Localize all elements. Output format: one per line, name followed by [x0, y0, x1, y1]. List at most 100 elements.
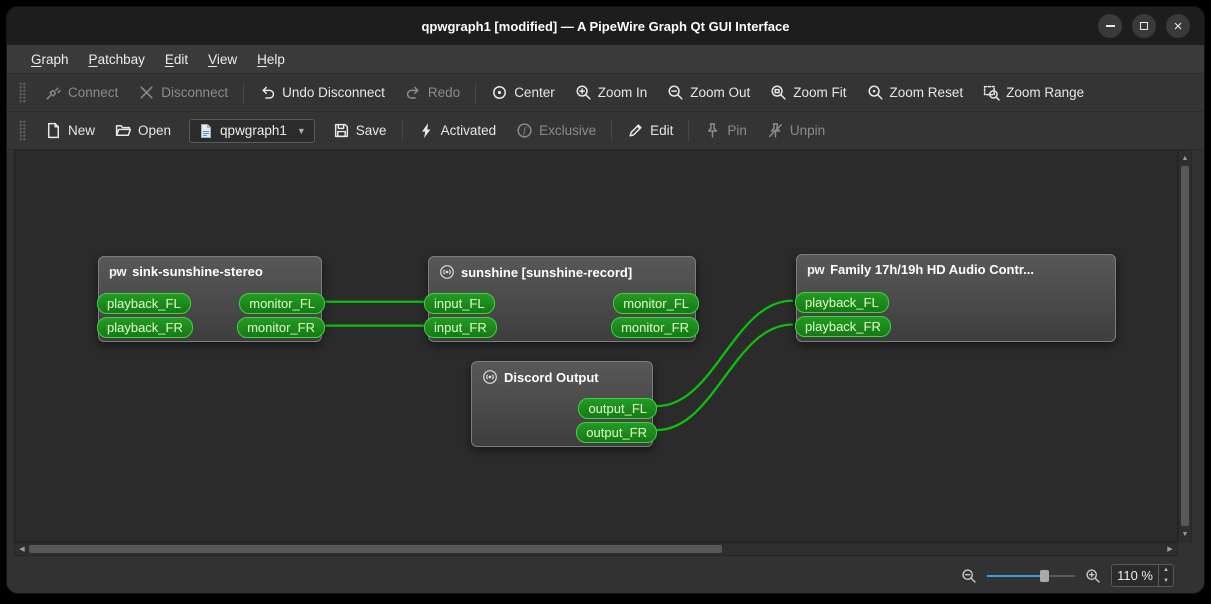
menu-item-view[interactable]: View	[198, 48, 247, 71]
scroll-right-icon[interactable]: ▶	[1164, 543, 1176, 555]
connect-label: Connect	[68, 85, 119, 100]
open-label: Open	[138, 123, 172, 138]
zoom-slider[interactable]	[987, 568, 1076, 584]
zoom-fit-button[interactable]: Zoom Fit	[760, 78, 856, 107]
center-button[interactable]: Center	[481, 78, 565, 107]
port-playback-fr[interactable]: playback_FR	[97, 317, 193, 338]
pin-label: Pin	[727, 123, 747, 138]
exclusive-icon: f	[517, 123, 532, 138]
menu-item-edit[interactable]: Edit	[155, 48, 198, 71]
zoom-reset-icon	[868, 85, 883, 100]
pin-button[interactable]: Pin	[694, 116, 757, 145]
zoom-reset-label: Zoom Reset	[889, 85, 964, 100]
port-playback-fr[interactable]: playback_FR	[795, 316, 891, 337]
patchbay-file-icon	[201, 123, 212, 138]
zoom-spinbox[interactable]: 110 % ▲ ▼	[1111, 564, 1174, 587]
node-discord-output[interactable]: Discord Output output_FL output_FR	[471, 361, 657, 447]
close-button[interactable]: ×	[1166, 14, 1190, 38]
node-family-hd-audio[interactable]: pw Family 17h/19h HD Audio Contr... play…	[795, 254, 1116, 342]
zoom-fit-label: Zoom Fit	[793, 85, 847, 100]
maximize-button[interactable]	[1132, 14, 1156, 38]
stream-icon	[483, 370, 497, 384]
zoom-in-button[interactable]: Zoom In	[565, 78, 658, 107]
new-file-icon	[47, 122, 60, 139]
vertical-scrollbar[interactable]: ▲ ▼	[1178, 150, 1192, 542]
node-header: pw sink-sunshine-stereo	[99, 257, 321, 279]
undo-disconnect-button[interactable]: Undo Disconnect	[249, 78, 395, 107]
connect-button[interactable]: Connect	[35, 78, 128, 107]
port-monitor-fr[interactable]: monitor_FR	[611, 317, 699, 338]
port-monitor-fl[interactable]: monitor_FL	[613, 293, 699, 314]
zoom-out-button[interactable]: Zoom Out	[657, 78, 760, 107]
minimize-button[interactable]	[1098, 14, 1122, 38]
patchbay-combo[interactable]: qpwgraph1 ▼	[189, 118, 315, 143]
exclusive-button[interactable]: f Exclusive	[506, 116, 606, 145]
node-title: Discord Output	[504, 369, 599, 385]
port-input-fl[interactable]: input_FL	[424, 293, 495, 314]
chevron-down-icon: ▼	[296, 125, 306, 136]
toolbar-drag-handle[interactable]	[19, 82, 26, 103]
vertical-scrollbar-thumb[interactable]	[1181, 166, 1189, 526]
unpin-label: Unpin	[789, 123, 826, 138]
node-sink-sunshine-stereo[interactable]: pw sink-sunshine-stereo playback_FL play…	[97, 256, 325, 342]
horizontal-scrollbar[interactable]: ◀ ▶	[14, 542, 1178, 556]
svg-text:f: f	[523, 126, 527, 137]
statusbar: 110 % ▲ ▼	[7, 558, 1204, 593]
activated-button[interactable]: Activated	[408, 116, 507, 145]
open-folder-icon	[115, 124, 132, 137]
menu-item-graph[interactable]: Graph	[21, 48, 79, 71]
port-monitor-fl[interactable]: monitor_FL	[239, 293, 325, 314]
zoom-range-button[interactable]: Zoom Range	[973, 78, 1094, 107]
port-output-fl[interactable]: output_FL	[578, 398, 657, 419]
spin-up-button[interactable]: ▲	[1159, 565, 1173, 576]
undo-disconnect-label: Undo Disconnect	[282, 85, 385, 100]
port-input-fr[interactable]: input_FR	[424, 317, 497, 338]
connect-icon	[46, 87, 61, 100]
zoom-fit-icon	[771, 85, 786, 100]
graph-view: pw sink-sunshine-stereo playback_FL play…	[7, 150, 1204, 558]
new-button[interactable]: New	[35, 116, 105, 145]
horizontal-scrollbar-thumb[interactable]	[29, 545, 722, 553]
zoom-out-label: Zoom Out	[690, 85, 751, 100]
save-button[interactable]: Save	[323, 116, 397, 145]
pin-icon	[708, 123, 718, 138]
zoom-slider-handle[interactable]	[1040, 569, 1050, 582]
port-monitor-fr[interactable]: monitor_FR	[237, 317, 325, 338]
toolbar-drag-handle[interactable]	[19, 120, 26, 141]
port-playback-fl[interactable]: playback_FL	[795, 292, 889, 313]
scroll-up-icon[interactable]: ▲	[1179, 152, 1191, 164]
zoom-reset-button[interactable]: Zoom Reset	[857, 78, 974, 107]
unpin-icon	[768, 123, 782, 138]
unpin-button[interactable]: Unpin	[757, 116, 835, 145]
disconnect-button[interactable]: Disconnect	[128, 78, 238, 107]
spin-down-button[interactable]: ▼	[1159, 576, 1173, 587]
node-sunshine-record[interactable]: sunshine [sunshine-record] input_FL inpu…	[424, 256, 699, 342]
redo-button[interactable]: Redo	[395, 78, 470, 107]
stream-icon	[440, 265, 454, 279]
zoom-value[interactable]: 110 %	[1112, 565, 1158, 586]
toolbar-separator	[611, 119, 613, 142]
node-title: sunshine [sunshine-record]	[461, 264, 633, 280]
menu-item-help[interactable]: Help	[247, 48, 295, 71]
zoom-in-icon	[1086, 568, 1100, 583]
edit-button[interactable]: Edit	[617, 116, 683, 145]
node-header: Discord Output	[472, 362, 652, 385]
node-title: Family 17h/19h HD Audio Contr...	[830, 262, 1034, 277]
toolbar-file: New Open qpwgraph1 ▼ Save Activated f Ex…	[7, 112, 1204, 150]
node-header: sunshine [sunshine-record]	[429, 257, 695, 280]
disconnect-label: Disconnect	[161, 85, 229, 100]
app-window: qpwgraph1 [modified] — A PipeWire Graph …	[7, 7, 1204, 593]
scroll-left-icon[interactable]: ◀	[16, 543, 28, 555]
port-playback-fl[interactable]: playback_FL	[97, 293, 191, 314]
patchbay-combo-value: qpwgraph1	[220, 123, 287, 138]
open-button[interactable]: Open	[105, 116, 181, 145]
scroll-down-icon[interactable]: ▼	[1179, 528, 1191, 540]
port-output-fr[interactable]: output_FR	[576, 422, 657, 443]
zoom-range-icon	[983, 85, 1000, 101]
menu-item-patchbay[interactable]: Patchbay	[79, 48, 155, 71]
center-label: Center	[514, 85, 555, 100]
disconnect-icon	[140, 86, 153, 99]
redo-icon	[406, 86, 419, 99]
graph-canvas[interactable]: pw sink-sunshine-stereo playback_FL play…	[14, 150, 1178, 542]
lightning-bolt-icon	[421, 123, 430, 138]
